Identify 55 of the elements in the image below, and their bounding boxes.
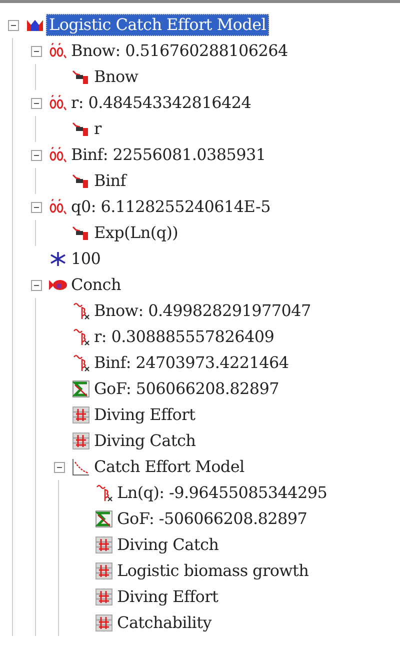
- estimate-icon: [72, 328, 90, 346]
- estimate-icon: [72, 354, 90, 372]
- tree-item[interactable]: Binf: [92, 171, 128, 191]
- tree-item[interactable]: GoF: -506066208.82897: [115, 509, 310, 529]
- sigma-icon: [95, 510, 113, 528]
- crown-icon: [26, 18, 44, 32]
- tree-item[interactable]: Catch Effort Model: [92, 457, 246, 477]
- table-icon: [95, 614, 113, 632]
- variable-icon: [72, 173, 90, 189]
- tree-item[interactable]: Ln(q): -9.96455085344295: [115, 483, 330, 503]
- table-icon: [95, 588, 113, 606]
- expander-toggle[interactable]: [8, 20, 18, 30]
- expander-toggle[interactable]: [54, 462, 64, 472]
- snowflake-icon: [49, 251, 67, 267]
- tree-item[interactable]: r: [92, 119, 104, 139]
- expander-toggle[interactable]: [30, 98, 42, 108]
- variable-icon: [72, 121, 90, 137]
- tree-item[interactable]: Conch: [69, 275, 123, 295]
- tree-item[interactable]: Diving Catch: [92, 431, 198, 451]
- table-icon: [95, 536, 113, 554]
- tree-item[interactable]: Logistic Catch Effort Model: [46, 14, 270, 36]
- tree-item[interactable]: Diving Effort: [92, 405, 198, 425]
- estimate-icon: [72, 302, 90, 320]
- tree-item[interactable]: 100: [69, 249, 103, 269]
- tree-item[interactable]: Binf: 24703973.4221464: [92, 353, 291, 373]
- tree-item[interactable]: r: 0.308885557826409: [92, 327, 276, 347]
- variable-icon: [72, 225, 90, 241]
- tree-item[interactable]: Bnow: 0.499828291977047: [92, 301, 313, 321]
- parameter-icon: [49, 95, 67, 111]
- tree-item[interactable]: r: 0.484543342816424: [69, 93, 254, 113]
- estimate-icon: [95, 484, 113, 502]
- tree-item[interactable]: Bnow: 0.516760288106264: [69, 41, 290, 61]
- tree-item[interactable]: Diving Catch: [115, 535, 221, 555]
- tree-item[interactable]: Bnow: [92, 67, 140, 87]
- parameter-icon: [49, 147, 67, 163]
- expander-toggle[interactable]: [30, 202, 42, 212]
- expander-toggle[interactable]: [30, 280, 42, 290]
- parameter-icon: [49, 43, 67, 59]
- curve-chart-icon: [72, 458, 90, 476]
- expander-toggle[interactable]: [30, 46, 42, 56]
- tree-item[interactable]: Diving Effort: [115, 587, 220, 607]
- variable-icon: [72, 69, 90, 85]
- tree-item[interactable]: Binf: 22556081.0385931: [69, 145, 268, 165]
- tree-item[interactable]: Exp(Ln(q)): [92, 223, 180, 243]
- fish-icon: [48, 278, 68, 292]
- tree-item[interactable]: q0: 6.1128255240614E-5: [69, 197, 272, 217]
- tree-item[interactable]: Catchability: [115, 613, 214, 633]
- parameter-icon: [49, 199, 67, 215]
- tree-item[interactable]: GoF: 506066208.82897: [92, 379, 282, 399]
- table-icon: [95, 562, 113, 580]
- tree-item[interactable]: Logistic biomass growth: [115, 561, 311, 581]
- table-icon: [72, 432, 90, 450]
- expander-toggle[interactable]: [30, 150, 42, 160]
- table-icon: [72, 406, 90, 424]
- sigma-icon: [72, 380, 90, 398]
